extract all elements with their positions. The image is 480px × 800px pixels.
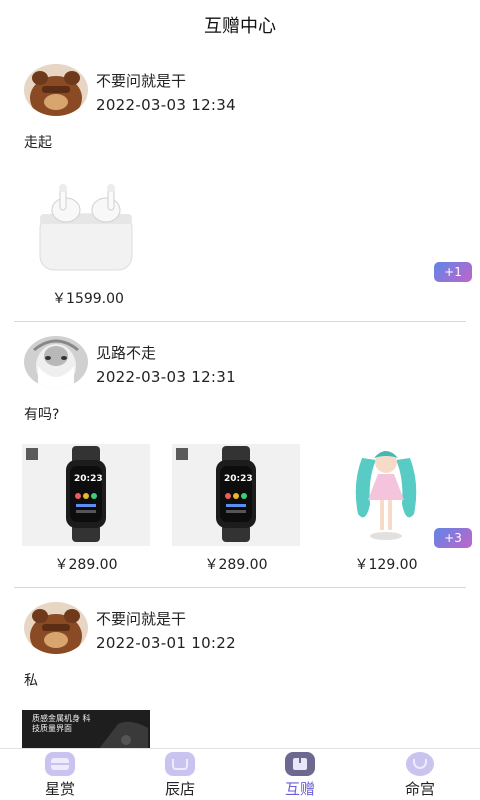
star-reward-icon xyxy=(45,752,75,776)
watch-face-time: 20:23 xyxy=(224,474,253,484)
post-text: 私 xyxy=(24,673,38,689)
app-header: 互赠中心 xyxy=(0,0,480,50)
nav-item-chendian[interactable]: 辰店 xyxy=(120,749,240,800)
nav-label: 命宫 xyxy=(404,780,435,798)
product-image-figure[interactable] xyxy=(322,444,450,546)
gift-box-icon xyxy=(285,752,315,776)
product-price: ￥1599.00 xyxy=(52,291,124,307)
post-card[interactable]: 见路不走 2022-03-03 12:31 有吗? 20:23 ￥289.00 xyxy=(14,322,472,588)
post-card[interactable]: 不要问就是干 2022-03-01 10:22 私 质感金属机身 科技质量界面 xyxy=(14,588,466,748)
product-image-smartwatch[interactable]: 20:23 xyxy=(22,444,150,546)
avatar[interactable] xyxy=(24,602,88,654)
palace-icon xyxy=(406,752,434,776)
post-card[interactable]: 不要问就是干 2022-03-03 12:34 走起 ￥1599.00 +1 xyxy=(14,50,472,322)
shop-bag-icon xyxy=(165,752,195,776)
bottom-nav: 星赏 辰店 互赠 命宫 xyxy=(0,748,480,800)
watch-face-time: 20:23 xyxy=(74,474,103,484)
post-feed[interactable]: 不要问就是干 2022-03-03 12:34 走起 ￥1599.00 +1 见… xyxy=(0,50,480,748)
username[interactable]: 不要问就是干 xyxy=(96,608,186,629)
post-time: 2022-03-03 12:34 xyxy=(96,96,236,114)
avatar[interactable] xyxy=(24,336,88,388)
product-image-smartwatch[interactable]: 20:23 xyxy=(172,444,300,546)
post-text: 走起 xyxy=(24,135,52,151)
product-price: ￥289.00 xyxy=(54,557,118,573)
avatar[interactable] xyxy=(24,64,88,116)
post-text: 有吗? xyxy=(24,407,60,423)
post-time: 2022-03-01 10:22 xyxy=(96,634,236,652)
post-time: 2022-03-03 12:31 xyxy=(96,368,236,386)
username[interactable]: 见路不走 xyxy=(96,342,156,363)
product-price: ￥289.00 xyxy=(204,557,268,573)
more-items-badge[interactable]: +1 xyxy=(434,262,472,282)
nav-label: 辰店 xyxy=(164,780,195,798)
page-title: 互赠中心 xyxy=(204,16,276,37)
nav-item-xingshang[interactable]: 星赏 xyxy=(0,749,120,800)
nav-item-minggong[interactable]: 命宫 xyxy=(360,749,480,800)
more-items-badge[interactable]: +3 xyxy=(434,528,472,548)
product-image-device[interactable]: 质感金属机身 科技质量界面 xyxy=(22,710,150,748)
nav-item-huzeng[interactable]: 互赠 xyxy=(240,749,360,800)
nav-label: 星赏 xyxy=(44,780,75,798)
product-image-airpods[interactable] xyxy=(24,174,152,276)
nav-label: 互赠 xyxy=(284,780,315,798)
product-price: ￥129.00 xyxy=(354,557,418,573)
username[interactable]: 不要问就是干 xyxy=(96,70,186,91)
